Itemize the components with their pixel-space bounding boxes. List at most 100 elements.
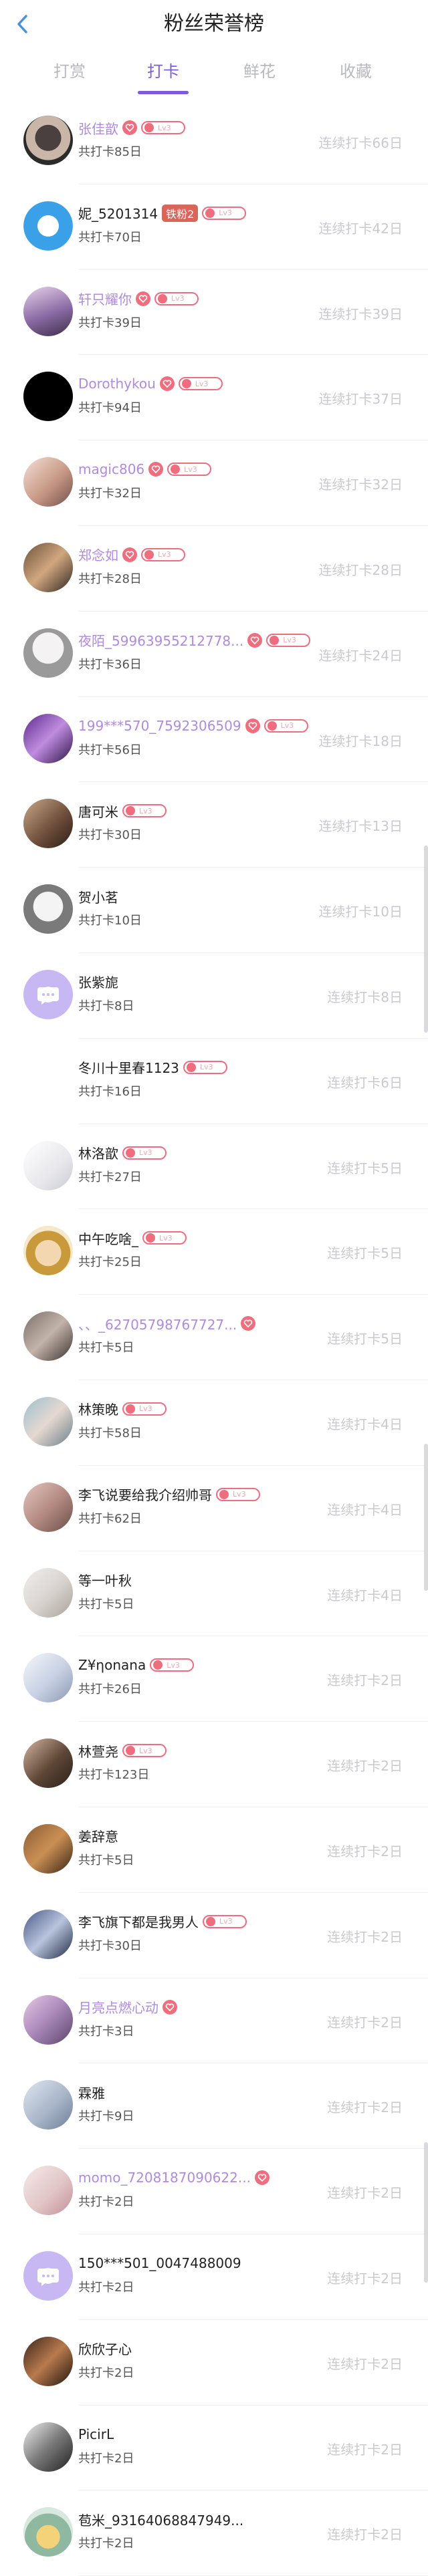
list-item[interactable]: magic806 Lv3 共打卡32日 连续打卡32日 (0, 440, 428, 526)
avatar[interactable] (23, 2507, 73, 2557)
avatar[interactable] (23, 1055, 73, 1105)
avatar[interactable] (23, 1396, 73, 1446)
list-item[interactable]: 贺小茗 共打卡10日 连续打卡10日 (0, 868, 428, 953)
list-item[interactable]: PicirL 共打卡2日 连续打卡2日 (0, 2406, 428, 2491)
list-item[interactable]: 姜辞意 共打卡5日 连续打卡2日 (0, 1807, 428, 1893)
avatar[interactable] (23, 286, 73, 336)
list-item[interactable]: 欣欣子心 共打卡2日 连续打卡2日 (0, 2320, 428, 2406)
list-item[interactable]: Z¥ηonana Lv3 共打卡26日 连续打卡2日 (0, 1636, 428, 1722)
checkin-streak: 连续打卡2日 (327, 2355, 403, 2372)
avatar[interactable] (23, 1909, 73, 1959)
avatar[interactable] (23, 457, 73, 507)
fan-name[interactable]: 轩只耀你 (78, 289, 132, 308)
tab-reward[interactable]: 打赏 (29, 60, 110, 83)
fan-name[interactable]: 、、_62705798767727... (78, 1314, 237, 1333)
avatar[interactable] (23, 1226, 73, 1276)
avatar[interactable] (23, 201, 73, 251)
list-item[interactable]: 150***501_0047488009 共打卡2日 连续打卡2日 (0, 2234, 428, 2320)
fan-name[interactable]: 林萱尧 (78, 1741, 118, 1761)
fan-name[interactable]: momo_7208187090622... (78, 2170, 251, 2186)
fan-name[interactable]: 张紫旎 (78, 972, 118, 991)
list-item[interactable]: 郑念如 Lv3 共打卡28日 连续打卡28日 (0, 526, 428, 612)
tab-flowers[interactable]: 鲜花 (219, 60, 300, 83)
avatar[interactable] (23, 1311, 73, 1362)
list-item[interactable]: Dorothykou Lv3 共打卡94日 连续打卡37日 (0, 355, 428, 441)
total-checkin-days: 共打卡25日 (78, 1255, 142, 1270)
fan-name[interactable]: 冬川十里春1123 (78, 1057, 179, 1077)
total-checkin-days: 共打卡30日 (78, 1938, 142, 1953)
avatar[interactable] (23, 1823, 73, 1874)
fan-name[interactable]: PicirL (78, 2426, 114, 2442)
checkin-streak: 连续打卡10日 (318, 904, 403, 920)
list-item[interactable]: 中午吃啥_ Lv3 共打卡25日 连续打卡5日 (0, 1209, 428, 1295)
fan-name[interactable]: 郑念如 (78, 545, 118, 564)
total-checkin-days: 共打卡123日 (78, 1768, 150, 1783)
scrollbar[interactable] (424, 2142, 428, 2283)
scrollbar[interactable] (424, 846, 428, 1033)
fan-name[interactable]: 欣欣子心 (78, 2339, 132, 2358)
list-item[interactable]: 唐可米 Lv3 共打卡30日 连续打卡13日 (0, 782, 428, 868)
fan-name[interactable]: 月亮点燃心动 (78, 1997, 158, 2017)
fan-name[interactable]: 中午吃啥_ (78, 1229, 138, 1248)
avatar[interactable] (23, 969, 73, 1019)
fan-name[interactable]: 霖雅 (78, 2083, 105, 2102)
heart-badge-icon (163, 1999, 177, 2015)
fan-name[interactable]: 妮_5201314 (78, 203, 158, 223)
fan-name[interactable]: 等一叶秋 (78, 1570, 132, 1589)
avatar[interactable] (23, 2080, 73, 2130)
avatar[interactable] (23, 116, 73, 165)
list-item[interactable]: 张佳歆 Lv3 共打卡85日 连续打卡66日 (0, 99, 428, 184)
list-item[interactable]: 李飞旗下都是我男人 Lv3 共打卡30日 连续打卡2日 (0, 1893, 428, 1978)
avatar[interactable] (23, 2250, 73, 2301)
avatar[interactable] (23, 884, 73, 934)
fan-name[interactable]: 林洛歆 (78, 1143, 118, 1162)
list-item[interactable]: 林洛歆 Lv3 共打卡27日 连续打卡5日 (0, 1124, 428, 1210)
fan-name[interactable]: Z¥ηonana (78, 1657, 146, 1673)
tab-favorites[interactable]: 收藏 (316, 60, 396, 83)
scrollbar[interactable] (424, 1444, 428, 1591)
fan-name[interactable]: 张佳歆 (78, 118, 118, 138)
avatar[interactable] (23, 1653, 73, 1703)
fan-name[interactable]: 李飞说要给我介绍帅哥 (78, 1485, 212, 1504)
fan-name[interactable]: Dorothykou (78, 376, 156, 392)
list-item[interactable]: 林策晚 Lv3 共打卡58日 连续打卡4日 (0, 1380, 428, 1466)
list-item[interactable]: 199***570_7592306509 Lv3 共打卡56日 连续打卡18日 (0, 697, 428, 783)
fan-name[interactable]: 唐可米 (78, 801, 118, 821)
list-item[interactable]: 妮_5201314 铁粉2 Lv3 共打卡70日 连续打卡42日 (0, 184, 428, 270)
fan-name[interactable]: magic806 (78, 461, 144, 477)
list-item[interactable]: momo_7208187090622... 共打卡2日 连续打卡2日 (0, 2149, 428, 2234)
list-item[interactable]: 林萱尧 Lv3 共打卡123日 连续打卡2日 (0, 1722, 428, 1807)
list-item[interactable]: 张紫旎 共打卡8日 连续打卡8日 (0, 953, 428, 1039)
fan-name[interactable]: 150***501_0047488009 (78, 2255, 241, 2271)
avatar[interactable] (23, 542, 73, 592)
avatar[interactable] (23, 2166, 73, 2216)
fan-name[interactable]: 李飞旗下都是我男人 (78, 1912, 199, 1931)
avatar[interactable] (23, 1567, 73, 1618)
list-item[interactable]: 夜陌_59963955212778... Lv3 共打卡36日 连续打卡24日 (0, 612, 428, 697)
list-item[interactable]: 、、_62705798767727... 共打卡5日 连续打卡5日 (0, 1295, 428, 1380)
list-item[interactable]: 月亮点燃心动 共打卡3日 连续打卡2日 (0, 1978, 428, 2064)
list-item[interactable]: 轩只耀你 Lv3 共打卡39日 连续打卡39日 (0, 270, 428, 356)
list-item[interactable]: 李飞说要给我介绍帅哥 Lv3 共打卡62日 连续打卡4日 (0, 1466, 428, 1551)
avatar[interactable] (23, 1140, 73, 1190)
fan-name[interactable]: 贺小茗 (78, 887, 118, 906)
avatar[interactable] (23, 2422, 73, 2472)
avatar[interactable] (23, 372, 73, 422)
fan-name[interactable]: 苞米_93164068847949... (78, 2510, 243, 2529)
fan-name[interactable]: 199***570_7592306509 (78, 718, 241, 734)
fan-name[interactable]: 姜辞意 (78, 1826, 118, 1845)
tab-checkin[interactable]: 打卡 (123, 60, 203, 94)
avatar[interactable] (23, 1738, 73, 1789)
fan-name[interactable]: 林策晚 (78, 1399, 118, 1418)
avatar[interactable] (23, 1482, 73, 1532)
list-item[interactable]: 冬川十里春1123 Lv3 共打卡16日 连续打卡6日 (0, 1039, 428, 1124)
list-item[interactable]: 霖雅 共打卡9日 连续打卡2日 (0, 2063, 428, 2150)
avatar[interactable] (23, 1994, 73, 2045)
fan-name[interactable]: 夜陌_59963955212778... (78, 630, 243, 650)
avatar[interactable] (23, 2336, 73, 2386)
avatar[interactable] (23, 713, 73, 763)
avatar[interactable] (23, 628, 73, 678)
list-item[interactable]: 等一叶秋 共打卡5日 连续打卡4日 (0, 1551, 428, 1637)
list-item[interactable]: 苞米_93164068847949... 共打卡2日 连续打卡2日 (0, 2490, 428, 2576)
avatar[interactable] (23, 799, 73, 849)
